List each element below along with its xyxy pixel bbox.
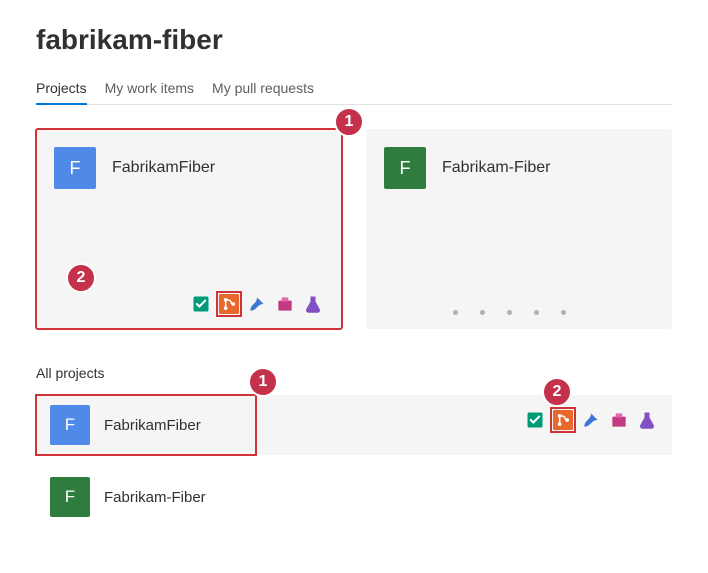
avatar: F xyxy=(54,147,96,189)
testplans-icon[interactable] xyxy=(636,409,658,431)
card-header: F FabrikamFiber xyxy=(54,147,324,189)
repos-icon[interactable] xyxy=(218,293,240,315)
pagination-dots xyxy=(384,310,634,315)
dot xyxy=(534,310,539,315)
avatar: F xyxy=(50,405,90,445)
tabs: Projects My work items My pull requests xyxy=(36,74,672,105)
service-icons-row: 2 xyxy=(54,293,324,315)
project-card-fabrikamfiber[interactable]: 1 F FabrikamFiber 2 xyxy=(36,129,342,329)
project-card-fabrikam-fiber[interactable]: F Fabrikam-Fiber xyxy=(366,129,672,329)
card-header: F Fabrikam-Fiber xyxy=(384,147,654,189)
boards-icon[interactable] xyxy=(190,293,212,315)
project-name: FabrikamFiber xyxy=(104,417,201,434)
page-title: fabrikam-fiber xyxy=(36,24,672,56)
recent-projects: 1 F FabrikamFiber 2 F F xyxy=(36,129,672,329)
service-icons-row: 2 xyxy=(524,409,658,431)
tab-my-work-items[interactable]: My work items xyxy=(105,74,194,104)
project-name: Fabrikam-Fiber xyxy=(442,159,550,177)
all-projects-heading: All projects xyxy=(36,365,672,381)
avatar: F xyxy=(384,147,426,189)
dot xyxy=(480,310,485,315)
callout-2: 2 xyxy=(66,263,96,293)
dot xyxy=(507,310,512,315)
all-projects-list: 1 F FabrikamFiber 2 F Fabrikam-Fiber xyxy=(36,395,672,527)
artifacts-icon[interactable] xyxy=(274,293,296,315)
card-footer xyxy=(384,310,654,315)
list-item-fabrikamfiber[interactable]: 1 F FabrikamFiber xyxy=(36,395,256,455)
tab-my-pull-requests[interactable]: My pull requests xyxy=(212,74,314,104)
avatar: F xyxy=(50,477,90,517)
repos-icon[interactable] xyxy=(552,409,574,431)
project-name: Fabrikam-Fiber xyxy=(104,489,206,506)
pipelines-icon[interactable] xyxy=(246,293,268,315)
tab-projects[interactable]: Projects xyxy=(36,74,87,104)
list-item-fabrikam-fiber[interactable]: F Fabrikam-Fiber xyxy=(36,467,672,527)
project-name: FabrikamFiber xyxy=(112,159,215,177)
artifacts-icon[interactable] xyxy=(608,409,630,431)
boards-icon[interactable] xyxy=(524,409,546,431)
dot xyxy=(453,310,458,315)
callout-1: 1 xyxy=(248,367,278,397)
pipelines-icon[interactable] xyxy=(580,409,602,431)
testplans-icon[interactable] xyxy=(302,293,324,315)
dot xyxy=(561,310,566,315)
callout-2: 2 xyxy=(542,377,572,407)
callout-1: 1 xyxy=(334,107,364,137)
